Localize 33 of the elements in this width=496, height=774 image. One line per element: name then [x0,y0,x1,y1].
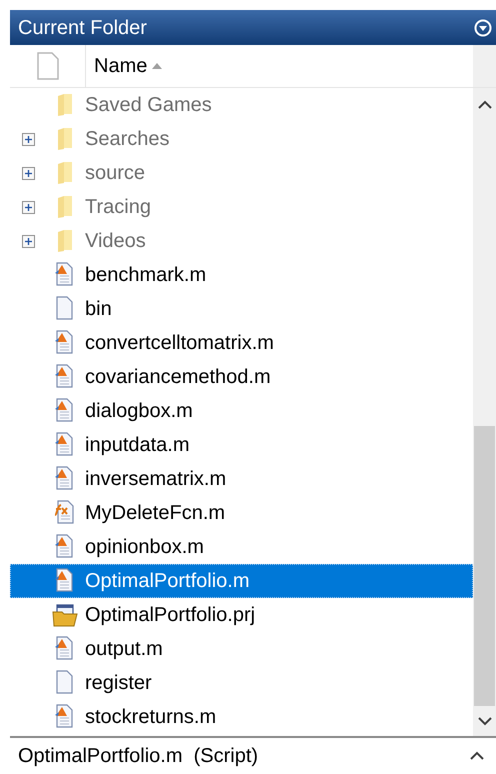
file-name: opinionbox.m [85,535,204,560]
scrollbar[interactable] [473,88,496,736]
dropdown-icon[interactable] [474,18,492,36]
expand-icon[interactable] [22,200,34,214]
file-name: inputdata.m [85,433,190,458]
file-name: output.m [85,637,163,662]
file-name: dialogbox.m [85,399,193,424]
expand-icon[interactable] [22,132,34,146]
expand-icon[interactable] [22,234,34,248]
expand-icon[interactable] [22,166,34,180]
file-name: Tracing [85,195,151,220]
file-name: MyDeleteFcn.m [85,501,226,526]
project-icon [52,603,78,627]
file-name: source [85,161,146,186]
scroll-up-icon[interactable] [478,100,492,110]
scroll-down-icon[interactable] [478,716,492,726]
file-name: OptimalPortfolio.m [85,569,250,594]
expand-icon[interactable] [470,751,484,761]
panel-title: Current Folder [18,16,147,40]
file-name: Saved Games [85,93,212,118]
file-name: convertcelltomatrix.m [85,331,274,356]
file-name: OptimalPortfolio.prj [85,603,256,628]
file-name: benchmark.m [85,263,206,288]
file-name: stockreturns.m [85,705,216,730]
file-type-icon [36,52,60,80]
file-name: register [85,671,152,696]
file-name: bin [85,297,112,322]
file-name: covariancemethod.m [85,365,271,390]
file-name: Videos [85,229,146,254]
details-text: OptimalPortfolio.m (Script) [18,744,258,769]
file-row[interactable]: OptimalPortfolio.m [10,564,473,598]
file-name: Searches [85,127,170,152]
file-name: inversematrix.m [85,467,226,492]
